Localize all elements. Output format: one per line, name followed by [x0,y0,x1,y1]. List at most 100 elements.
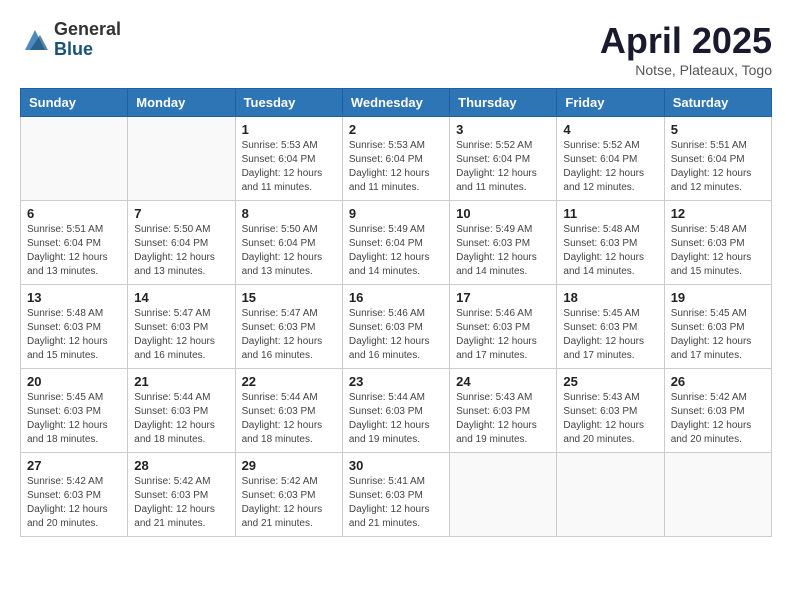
day-number: 8 [242,206,336,221]
day-info: Sunrise: 5:41 AM Sunset: 6:03 PM Dayligh… [349,475,443,531]
day-number: 24 [456,374,550,389]
day-info: Sunrise: 5:42 AM Sunset: 6:03 PM Dayligh… [242,475,336,531]
calendar-cell: 21 Sunrise: 5:44 AM Sunset: 6:03 PM Dayli… [128,369,235,453]
logo-text: General Blue [54,20,121,60]
day-info: Sunrise: 5:51 AM Sunset: 6:04 PM Dayligh… [27,223,121,279]
calendar-cell [557,453,664,537]
calendar-cell: 28 Sunrise: 5:42 AM Sunset: 6:03 PM Dayli… [128,453,235,537]
day-number: 20 [27,374,121,389]
day-info: Sunrise: 5:46 AM Sunset: 6:03 PM Dayligh… [349,307,443,363]
calendar-cell: 11Sunrise: 5:48 AM Sunset: 6:03 PM Dayli… [557,201,664,285]
day-number: 21 [134,374,228,389]
day-info: Sunrise: 5:43 AM Sunset: 6:03 PM Dayligh… [456,391,550,447]
day-info: Sunrise: 5:53 AM Sunset: 6:04 PM Dayligh… [242,139,336,195]
day-of-week-header: Sunday [21,89,128,117]
calendar-cell: 4 Sunrise: 5:52 AM Sunset: 6:04 PM Daylig… [557,117,664,201]
day-info: Sunrise: 5:45 AM Sunset: 6:03 PM Dayligh… [671,307,765,363]
day-info: Sunrise: 5:48 AM Sunset: 6:03 PM Dayligh… [671,223,765,279]
day-info: Sunrise: 5:44 AM Sunset: 6:03 PM Dayligh… [242,391,336,447]
day-info: Sunrise: 5:50 AM Sunset: 6:04 PM Dayligh… [134,223,228,279]
calendar-cell: 2 Sunrise: 5:53 AM Sunset: 6:04 PM Daylig… [342,117,449,201]
day-info: Sunrise: 5:51 AM Sunset: 6:04 PM Dayligh… [671,139,765,195]
day-info: Sunrise: 5:42 AM Sunset: 6:03 PM Dayligh… [671,391,765,447]
calendar-cell: 17 Sunrise: 5:46 AM Sunset: 6:03 PM Dayli… [450,285,557,369]
calendar-cell: 27 Sunrise: 5:42 AM Sunset: 6:03 PM Dayli… [21,453,128,537]
day-of-week-header: Monday [128,89,235,117]
calendar-cell [128,117,235,201]
day-number: 27 [27,458,121,473]
calendar-week-row: 6 Sunrise: 5:51 AM Sunset: 6:04 PM Daylig… [21,201,772,285]
calendar-cell: 6 Sunrise: 5:51 AM Sunset: 6:04 PM Daylig… [21,201,128,285]
day-info: Sunrise: 5:44 AM Sunset: 6:03 PM Dayligh… [349,391,443,447]
calendar-cell: 29 Sunrise: 5:42 AM Sunset: 6:03 PM Dayli… [235,453,342,537]
day-info: Sunrise: 5:47 AM Sunset: 6:03 PM Dayligh… [134,307,228,363]
day-number: 29 [242,458,336,473]
day-number: 25 [563,374,657,389]
month-title: April 2025 [600,20,772,62]
day-number: 28 [134,458,228,473]
day-info: Sunrise: 5:53 AM Sunset: 6:04 PM Dayligh… [349,139,443,195]
day-number: 15 [242,290,336,305]
day-number: 19 [671,290,765,305]
day-of-week-header: Friday [557,89,664,117]
day-number: 12 [671,206,765,221]
day-info: Sunrise: 5:44 AM Sunset: 6:03 PM Dayligh… [134,391,228,447]
day-info: Sunrise: 5:42 AM Sunset: 6:03 PM Dayligh… [134,475,228,531]
calendar-cell [21,117,128,201]
day-info: Sunrise: 5:52 AM Sunset: 6:04 PM Dayligh… [563,139,657,195]
day-number: 23 [349,374,443,389]
calendar-cell: 10Sunrise: 5:49 AM Sunset: 6:03 PM Dayli… [450,201,557,285]
day-number: 7 [134,206,228,221]
calendar-cell: 13Sunrise: 5:48 AM Sunset: 6:03 PM Dayli… [21,285,128,369]
day-info: Sunrise: 5:43 AM Sunset: 6:03 PM Dayligh… [563,391,657,447]
calendar-cell: 9 Sunrise: 5:49 AM Sunset: 6:04 PM Daylig… [342,201,449,285]
day-info: Sunrise: 5:49 AM Sunset: 6:03 PM Dayligh… [456,223,550,279]
calendar-week-row: 20 Sunrise: 5:45 AM Sunset: 6:03 PM Dayli… [21,369,772,453]
header: General Blue April 2025 Notse, Plateaux,… [20,20,772,78]
calendar-cell: 26 Sunrise: 5:42 AM Sunset: 6:03 PM Dayli… [664,369,771,453]
day-of-week-header: Tuesday [235,89,342,117]
day-number: 16 [349,290,443,305]
location-subtitle: Notse, Plateaux, Togo [600,62,772,78]
day-number: 14 [134,290,228,305]
day-number: 2 [349,122,443,137]
calendar-cell [450,453,557,537]
calendar-cell: 20 Sunrise: 5:45 AM Sunset: 6:03 PM Dayli… [21,369,128,453]
calendar-cell [664,453,771,537]
day-info: Sunrise: 5:45 AM Sunset: 6:03 PM Dayligh… [27,391,121,447]
day-number: 18 [563,290,657,305]
calendar-cell: 30Sunrise: 5:41 AM Sunset: 6:03 PM Dayli… [342,453,449,537]
day-info: Sunrise: 5:52 AM Sunset: 6:04 PM Dayligh… [456,139,550,195]
calendar-cell: 25 Sunrise: 5:43 AM Sunset: 6:03 PM Dayli… [557,369,664,453]
day-number: 26 [671,374,765,389]
day-info: Sunrise: 5:49 AM Sunset: 6:04 PM Dayligh… [349,223,443,279]
day-info: Sunrise: 5:46 AM Sunset: 6:03 PM Dayligh… [456,307,550,363]
calendar-week-row: 1Sunrise: 5:53 AM Sunset: 6:04 PM Daylig… [21,117,772,201]
calendar-cell: 23 Sunrise: 5:44 AM Sunset: 6:03 PM Dayli… [342,369,449,453]
calendar-cell: 15Sunrise: 5:47 AM Sunset: 6:03 PM Dayli… [235,285,342,369]
calendar-cell: 19 Sunrise: 5:45 AM Sunset: 6:03 PM Dayli… [664,285,771,369]
calendar-cell: 16 Sunrise: 5:46 AM Sunset: 6:03 PM Dayli… [342,285,449,369]
day-number: 17 [456,290,550,305]
day-number: 9 [349,206,443,221]
calendar-cell: 24 Sunrise: 5:43 AM Sunset: 6:03 PM Dayli… [450,369,557,453]
logo: General Blue [20,20,121,60]
calendar-cell: 7 Sunrise: 5:50 AM Sunset: 6:04 PM Daylig… [128,201,235,285]
day-number: 4 [563,122,657,137]
day-info: Sunrise: 5:50 AM Sunset: 6:04 PM Dayligh… [242,223,336,279]
title-area: April 2025 Notse, Plateaux, Togo [600,20,772,78]
day-number: 13 [27,290,121,305]
calendar-cell: 22 Sunrise: 5:44 AM Sunset: 6:03 PM Dayli… [235,369,342,453]
day-info: Sunrise: 5:45 AM Sunset: 6:03 PM Dayligh… [563,307,657,363]
logo-blue: Blue [54,40,121,60]
calendar-cell: 3Sunrise: 5:52 AM Sunset: 6:04 PM Daylig… [450,117,557,201]
calendar-cell: 18 Sunrise: 5:45 AM Sunset: 6:03 PM Dayli… [557,285,664,369]
day-of-week-header: Thursday [450,89,557,117]
logo-general: General [54,20,121,40]
day-number: 6 [27,206,121,221]
calendar-week-row: 13Sunrise: 5:48 AM Sunset: 6:03 PM Dayli… [21,285,772,369]
day-info: Sunrise: 5:42 AM Sunset: 6:03 PM Dayligh… [27,475,121,531]
calendar-cell: 8 Sunrise: 5:50 AM Sunset: 6:04 PM Daylig… [235,201,342,285]
day-number: 11 [563,206,657,221]
day-number: 22 [242,374,336,389]
